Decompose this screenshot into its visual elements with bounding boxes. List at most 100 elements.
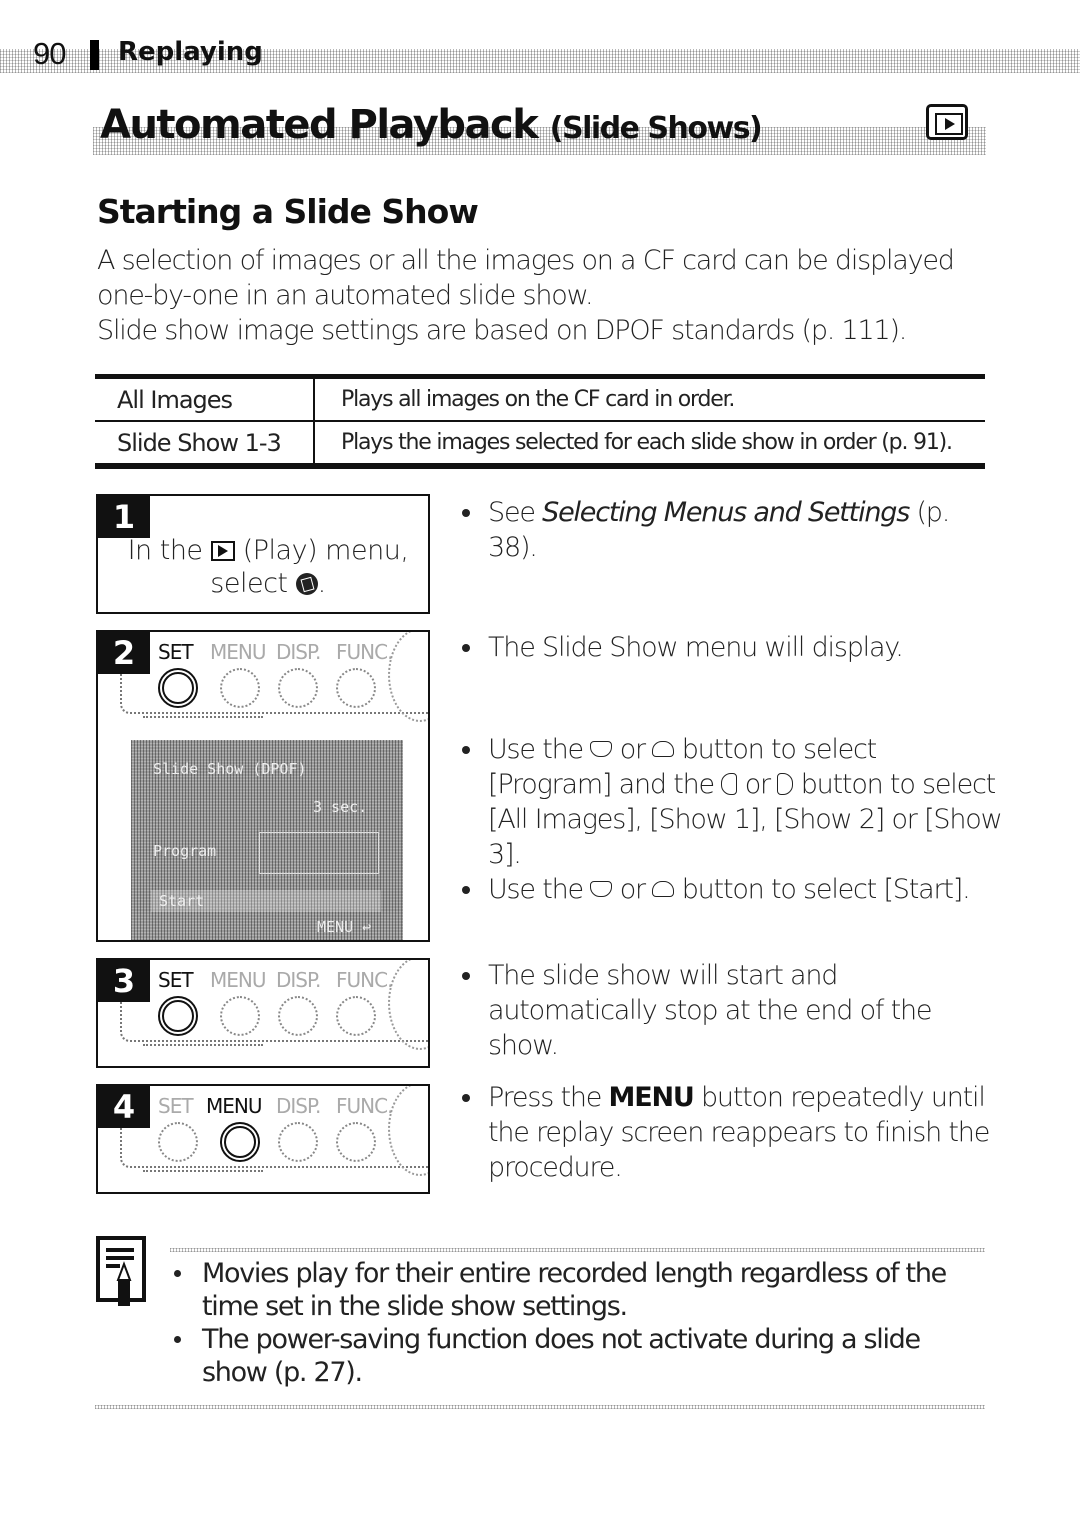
- bullet-item: Press the MENU button repeatedly until t…: [462, 1080, 1002, 1185]
- bullet-icon: [462, 1094, 470, 1102]
- bullet-icon: [462, 746, 470, 754]
- bullet-item: Use the or button to select [Start].: [462, 872, 1002, 907]
- step-1: 1 In the (Play) menu, select .: [96, 494, 430, 614]
- step-4: SET MENU DISP. FUNC. 4: [96, 1084, 430, 1194]
- bullet-icon: [462, 509, 470, 517]
- set-label: SET: [158, 1094, 194, 1118]
- bullet-item: The slide show will start and automatica…: [462, 958, 1002, 1063]
- step-number: 2: [98, 632, 150, 674]
- play-mode-icon: [926, 104, 968, 140]
- page-number: 90: [33, 36, 66, 71]
- up-button-icon: [652, 741, 675, 757]
- note-text: The power-saving function does not activ…: [202, 1324, 921, 1388]
- right-button-icon: [777, 773, 794, 795]
- lcd-menu: MENU ↩: [317, 918, 372, 936]
- bullet-text: or: [737, 769, 778, 800]
- play-icon: [210, 541, 235, 561]
- func-button-icon: [336, 1122, 376, 1162]
- step-1-text: In the (Play) menu, select .: [118, 534, 418, 600]
- step-number: 4: [98, 1086, 150, 1128]
- step-3: SET MENU DISP. FUNC. 3: [96, 958, 430, 1068]
- section-title: Replaying: [118, 37, 263, 67]
- func-label: FUNC.: [336, 968, 393, 992]
- menu-label: MENU: [206, 1094, 262, 1118]
- set-button-icon: [158, 668, 198, 708]
- slideshow-icon: [295, 573, 318, 595]
- menu-keyword: MENU: [608, 1082, 695, 1113]
- disp-label: DISP.: [276, 1094, 321, 1118]
- bullet-text: Use the: [488, 734, 591, 765]
- intro-text: A selection of images or all the images …: [97, 243, 997, 348]
- bullet-item: See Selecting Menus and Settings (p. 38)…: [462, 495, 1002, 565]
- table-row: All Images Plays all images on the CF ca…: [95, 374, 985, 422]
- menu-button-icon: [220, 996, 260, 1036]
- step-2: SET MENU DISP. FUNC. 2 Slide Show (DPOF)…: [96, 630, 430, 942]
- note-divider-bottom: [95, 1405, 985, 1409]
- lcd-title: Slide Show (DPOF): [153, 760, 307, 778]
- bullet-text: Use the: [488, 874, 591, 905]
- bullet-icon: [174, 1336, 181, 1343]
- disp-label: DISP.: [276, 640, 321, 664]
- bullet-text: or: [612, 874, 653, 905]
- down-button-icon: [590, 881, 613, 897]
- bullet-icon: [462, 972, 470, 980]
- bullet-text: The Slide Show menu will display.: [488, 632, 904, 663]
- bullet-text: The slide show will start and automatica…: [488, 960, 933, 1061]
- set-button-icon: [158, 996, 198, 1036]
- lcd-interval: 3 sec.: [313, 798, 368, 816]
- bullet-icon: [462, 644, 470, 652]
- set-label: SET: [158, 968, 194, 992]
- lcd-screen: Slide Show (DPOF) 3 sec. Program Start M…: [131, 740, 403, 940]
- lcd-program: Program: [153, 842, 217, 860]
- menu-label: MENU: [210, 968, 266, 992]
- bullet-text: or: [612, 734, 653, 765]
- disp-button-icon: [278, 668, 318, 708]
- disp-button-icon: [278, 1122, 318, 1162]
- lcd-start: Start: [159, 892, 205, 910]
- step-text: In the: [127, 535, 211, 566]
- func-label: FUNC.: [336, 640, 393, 664]
- page-title: Automated Playback (Slide Shows): [100, 102, 763, 148]
- bullet-icon: [462, 886, 470, 894]
- menu-button-icon: [220, 1122, 260, 1162]
- down-button-icon: [590, 741, 613, 757]
- option-name: Slide Show 1-3: [95, 421, 315, 469]
- bullet-item: The Slide Show menu will display.: [462, 630, 1002, 665]
- step-text: .: [317, 568, 327, 599]
- table-row: Slide Show 1-3 Plays the images selected…: [95, 421, 985, 469]
- set-button-icon: [158, 1122, 198, 1162]
- option-description: Plays all images on the CF card in order…: [314, 374, 985, 422]
- page-title-main: Automated Playback: [100, 102, 550, 148]
- menu-label: MENU: [210, 640, 266, 664]
- bullet-icon: [174, 1270, 181, 1277]
- options-table: All Images Plays all images on the CF ca…: [95, 374, 985, 469]
- step-text: (Play) menu,: [234, 535, 409, 566]
- header-divider: [90, 40, 99, 70]
- note-item: The power-saving function does not activ…: [174, 1323, 984, 1389]
- cross-reference: Selecting Menus and Settings: [542, 497, 910, 528]
- up-button-icon: [652, 881, 675, 897]
- bullet-item: Use the or button to select [Program] an…: [462, 732, 1003, 872]
- bullet-text: button to select [Start].: [674, 874, 971, 905]
- subheading: Starting a Slide Show: [97, 192, 479, 231]
- func-button-icon: [336, 668, 376, 708]
- note-pencil-icon: [96, 1236, 146, 1306]
- note-divider-top: [170, 1248, 985, 1252]
- set-label: SET: [158, 640, 194, 664]
- step-number: 3: [98, 960, 150, 1002]
- func-label: FUNC.: [336, 1094, 393, 1118]
- step-text: select: [210, 568, 296, 599]
- note-text: Movies play for their entire recorded le…: [202, 1258, 947, 1322]
- option-description: Plays the images selected for each slide…: [314, 421, 985, 469]
- note-item: Movies play for their entire recorded le…: [174, 1257, 984, 1323]
- bullet-text: Press the: [488, 1082, 609, 1113]
- page-title-sub: (Slide Shows): [549, 111, 763, 146]
- disp-label: DISP.: [276, 968, 321, 992]
- menu-button-icon: [220, 668, 260, 708]
- step-number: 1: [98, 496, 150, 538]
- func-button-icon: [336, 996, 376, 1036]
- intro-paragraph: A selection of images or all the images …: [97, 245, 955, 311]
- left-button-icon: [721, 773, 738, 795]
- intro-paragraph: Slide show image settings are based on D…: [97, 315, 907, 346]
- option-name: All Images: [95, 374, 315, 422]
